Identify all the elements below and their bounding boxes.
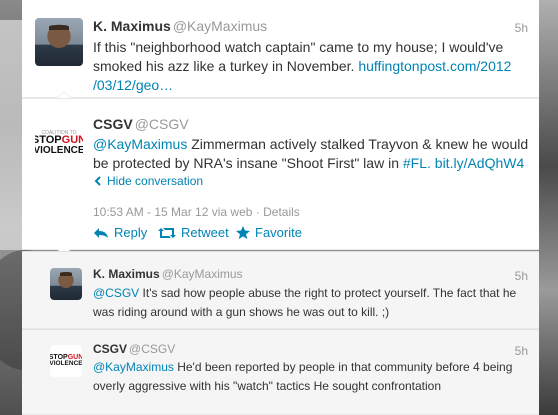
tweet-link[interactable]: bit.ly/AdQhW4 [435,155,524,171]
avatar-kaymaximus[interactable] [35,18,83,66]
hide-conversation-link[interactable]: Hide conversation [93,174,203,188]
favorite-button[interactable]: Favorite [236,225,302,240]
details-link[interactable]: Details [263,205,300,219]
reply-time[interactable]: 5h [515,344,528,358]
tweet-author[interactable]: CSGV @CSGV [93,116,189,132]
reply-card-kaymaximus[interactable]: K. Maximus @KayMaximus 5h @CSGV It's sad … [22,251,539,329]
author-handle[interactable]: @CSGV [129,342,175,356]
tweet-card-kaymaximus[interactable]: K. Maximus @KayMaximus 5h If this "neighb… [22,0,539,98]
reply-card-csgv[interactable]: STOPGUN VIOLENCE CSGV @CSGV 5h @KayMaximu… [22,329,539,415]
mention-link[interactable]: @CSGV [93,286,139,300]
retweet-button[interactable]: Retweet [158,225,229,240]
author-handle[interactable]: @CSGV [135,116,189,132]
tweet-text: If this "neighborhood watch captain" cam… [93,39,512,93]
tweet-author[interactable]: K. Maximus @KayMaximus [93,18,267,34]
reply-text: @KayMaximus He'd been reported by people… [93,360,513,393]
tweet-link[interactable]: huffingtonpost.com/2012 [358,58,511,74]
tweet-link-cont[interactable]: /03/12/geo… [93,77,173,93]
tweet-text: @KayMaximus Zimmerman actively stalked T… [93,136,529,171]
tweet-card-csgv-expanded[interactable]: COALITION TO STOPGUN VIOLENCE CSGV @CSGV … [22,98,539,250]
reply-text: @CSGV It's sad how people abuse the righ… [93,286,517,319]
collapse-arrow-icon [94,176,101,186]
tweet-time[interactable]: 5h [515,21,528,35]
retweet-icon [158,227,176,238]
tweet-timestamp[interactable]: 10:53 AM - 15 Mar 12 [93,205,208,219]
star-icon [236,226,250,239]
reply-icon [94,227,108,238]
author-handle[interactable]: @KayMaximus [162,267,243,281]
mention-link[interactable]: @KayMaximus [93,136,187,152]
mention-link[interactable]: @KayMaximus [93,360,174,374]
reply-author[interactable]: CSGV @CSGV [93,342,175,356]
reply-time[interactable]: 5h [515,269,528,283]
background-edge [538,0,558,415]
tweet-meta: 10:53 AM - 15 Mar 12 via web · Details [93,205,300,219]
hashtag-link[interactable]: #FL. [403,155,431,171]
tweet-via: via web [211,205,253,219]
reply-button[interactable]: Reply [93,225,147,240]
avatar-csgv[interactable]: STOPGUN VIOLENCE [50,345,82,377]
avatar-csgv[interactable]: COALITION TO STOPGUN VIOLENCE [35,119,83,167]
conversation-caret [57,91,71,98]
avatar-kaymaximus[interactable] [50,268,82,300]
reply-author[interactable]: K. Maximus @KayMaximus [93,267,243,281]
logo-line2: VIOLENCE [50,360,82,368]
logo-line2: VIOLENCE [35,144,83,156]
author-handle[interactable]: @KayMaximus [173,18,267,34]
